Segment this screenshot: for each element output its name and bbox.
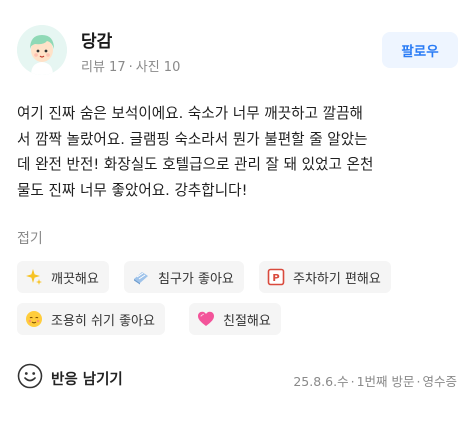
separator-dot: ·	[128, 60, 133, 75]
svg-text:P: P	[272, 273, 279, 284]
user-stats: 리뷰 17 · 사진 10	[81, 56, 180, 75]
fold-button[interactable]: 접기	[17, 228, 43, 248]
parking-icon: P	[267, 268, 285, 286]
tag-quiet: 조용히 쉬기 좋아요	[17, 303, 165, 335]
visit-info: 25.8.6.수 · 1번째 방문 · 영수증	[293, 371, 457, 390]
tag-label: 침구가 좋아요	[158, 271, 234, 287]
visit-date: 25.8.6.수	[293, 374, 349, 389]
review-line: 서 깜짝 놀랐어요. 글램핑 숙소라서 뭔가 불편할 줄 알았는	[17, 130, 368, 148]
relieved-face-icon	[25, 310, 43, 328]
photo-count: 사진 10	[135, 60, 181, 75]
tag-parking: P 주차하기 편해요	[259, 261, 391, 293]
separator-dot: ·	[350, 374, 355, 389]
review-header: 당감 리뷰 17 · 사진 10 팔로우	[0, 0, 466, 95]
react-button[interactable]: 반응 남기기	[17, 362, 123, 394]
review-line: 물도 진짜 너무 좋았어요. 강추합니다!	[17, 181, 248, 199]
smile-icon	[17, 363, 43, 393]
avatar[interactable]	[17, 25, 67, 75]
separator-dot: ·	[416, 374, 421, 389]
review-footer: 반응 남기기 25.8.6.수 · 1번째 방문 · 영수증	[0, 360, 466, 400]
username[interactable]: 당감	[81, 27, 112, 52]
review-count: 리뷰 17	[81, 60, 126, 75]
review-text: 여기 진짜 숨은 보석이에요. 숙소가 너무 깨끗하고 깔끔해 서 깜짝 놀랐어…	[17, 101, 457, 203]
tag-bedding: 침구가 좋아요	[124, 261, 244, 293]
receipt-label: 영수증	[422, 374, 457, 389]
heart-icon	[197, 310, 215, 328]
tag-label: 깨끗해요	[51, 271, 99, 287]
review-line: 데 완전 반전! 화장실도 호텔급으로 관리 잘 돼 있었고 온천	[17, 156, 374, 173]
tag-kind: 친절해요	[189, 303, 281, 335]
follow-button[interactable]: 팔로우	[382, 32, 458, 68]
react-button-label: 반응 남기기	[51, 371, 123, 388]
tag-clean: 깨끗해요	[17, 261, 109, 293]
sparkles-icon	[25, 268, 43, 286]
tag-label: 주차하기 편해요	[293, 271, 381, 287]
review-line: 여기 진짜 숨은 보석이에요. 숙소가 너무 깨끗하고 깔끔해	[17, 105, 363, 122]
tag-label: 친절해요	[223, 313, 271, 329]
visit-count: 1번째 방문	[356, 374, 415, 389]
avatar-illustration-icon	[17, 25, 67, 75]
bedding-icon	[132, 268, 150, 286]
tag-label: 조용히 쉬기 좋아요	[51, 313, 155, 329]
